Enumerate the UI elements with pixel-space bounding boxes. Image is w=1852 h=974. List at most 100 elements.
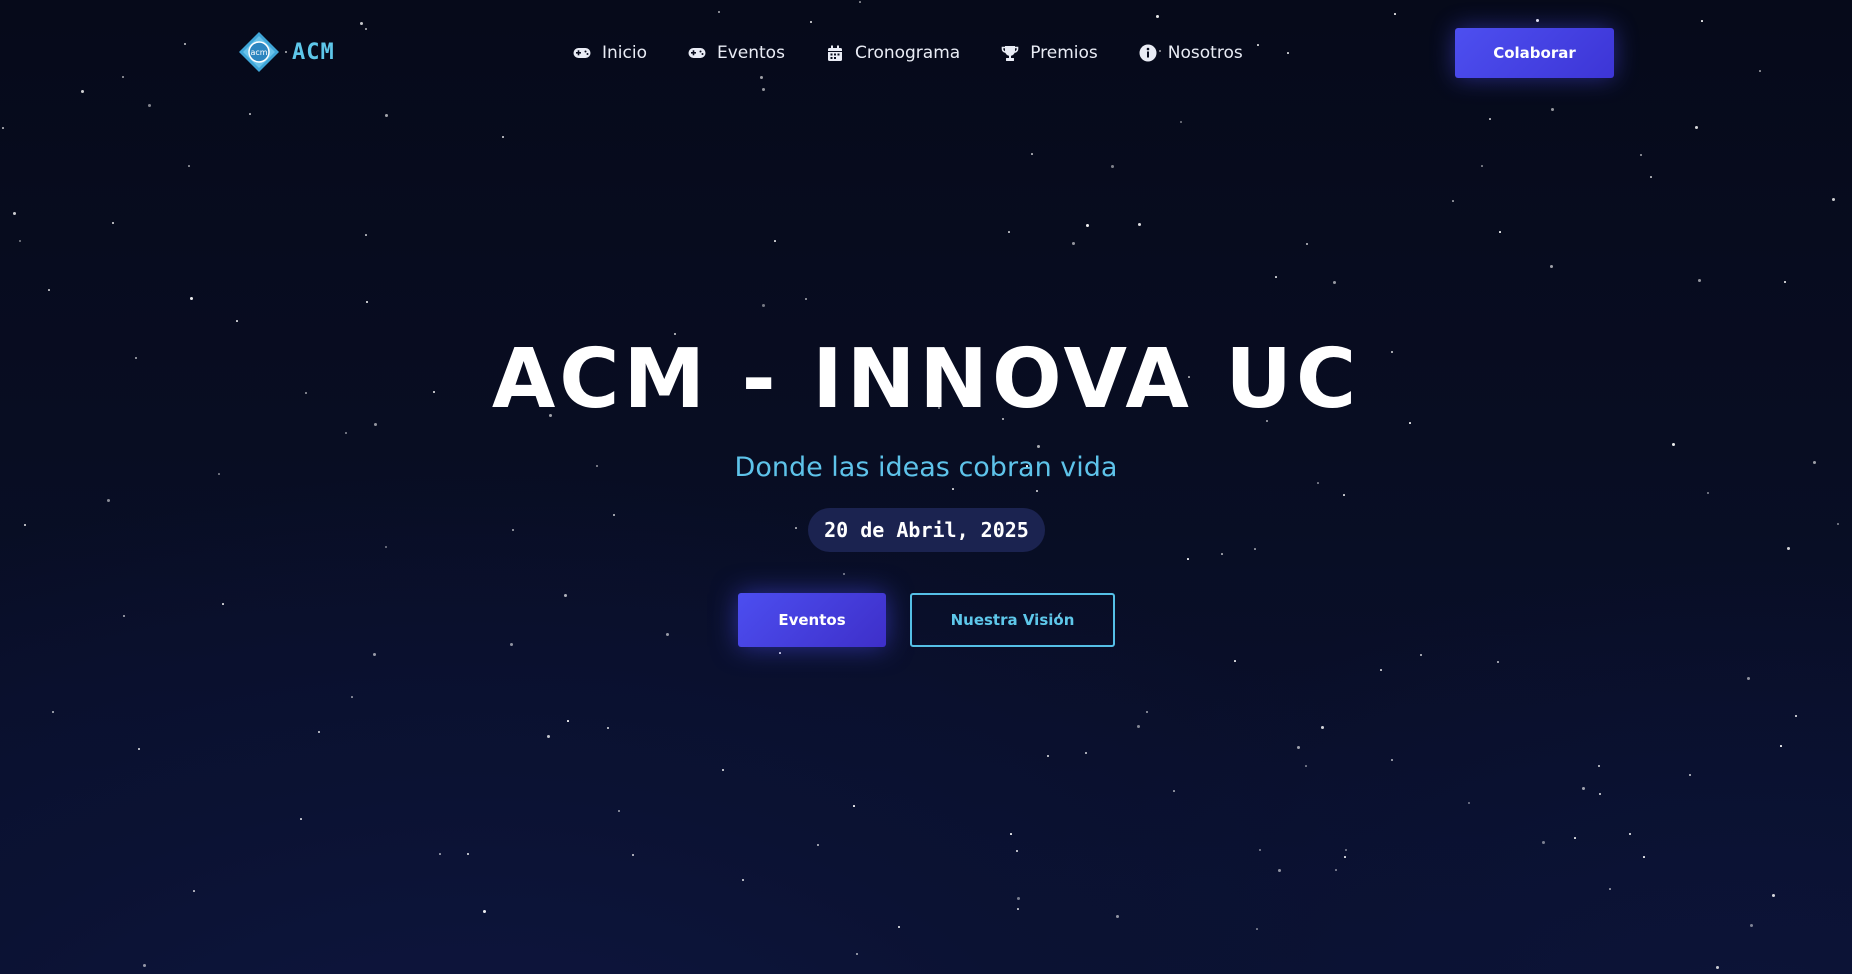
star [1468, 802, 1470, 804]
star [1750, 924, 1753, 927]
star [1420, 654, 1422, 656]
star [112, 222, 114, 224]
star [1832, 198, 1835, 201]
brand-logo-link[interactable]: acm ACM [238, 32, 335, 72]
star [1780, 745, 1782, 747]
star [547, 735, 550, 738]
star [1574, 837, 1576, 839]
star [1017, 897, 1020, 900]
nav-item-inicio[interactable]: Inicio [572, 43, 647, 63]
star [1837, 523, 1839, 525]
star [1542, 841, 1545, 844]
star [1221, 553, 1223, 555]
star [742, 879, 744, 881]
eventos-button[interactable]: Eventos [738, 593, 886, 647]
star [1772, 894, 1775, 897]
star [1598, 765, 1600, 767]
main-nav: Inicio Eventos Cronograma Premios Nosotr… [572, 38, 1243, 68]
star [1481, 165, 1483, 167]
star [856, 953, 858, 955]
star [632, 854, 634, 856]
nav-item-cronograma[interactable]: Cronograma [825, 43, 960, 63]
nav-item-premios[interactable]: Premios [1000, 43, 1098, 63]
star [184, 43, 186, 45]
star [1086, 224, 1089, 227]
star [1695, 126, 1698, 129]
star [190, 297, 193, 300]
star [817, 844, 819, 846]
star [1345, 849, 1347, 851]
star [1173, 790, 1175, 792]
star [1036, 490, 1038, 492]
gamepad-icon [572, 43, 592, 63]
star [859, 1, 861, 3]
star [1278, 869, 1281, 872]
star [1672, 443, 1675, 446]
star [1257, 44, 1259, 46]
star [1321, 726, 1324, 729]
star [48, 289, 50, 291]
star [1085, 752, 1087, 754]
star [1795, 715, 1797, 717]
star [1254, 548, 1256, 550]
gamepad-icon [687, 43, 707, 63]
star [24, 524, 26, 526]
star [1759, 70, 1761, 72]
star [1187, 558, 1189, 560]
star [318, 731, 320, 733]
nuestra-vision-button[interactable]: Nuestra Visión [910, 593, 1115, 647]
star [1016, 850, 1018, 852]
brand-name: ACM [292, 39, 335, 65]
star [1305, 765, 1307, 767]
star [483, 910, 486, 913]
colaborar-button[interactable]: Colaborar [1455, 28, 1614, 78]
nav-label: Premios [1030, 43, 1098, 63]
event-date-badge: 20 de Abril, 2025 [808, 508, 1045, 552]
star [774, 240, 776, 242]
star [1343, 494, 1345, 496]
star [1146, 711, 1148, 713]
star [1047, 755, 1049, 757]
star [351, 696, 353, 698]
star [1234, 660, 1236, 662]
star [1335, 869, 1337, 871]
acm-logo-icon: acm [239, 32, 279, 72]
calendar-icon [825, 43, 845, 63]
star [1452, 200, 1454, 202]
info-icon [1138, 43, 1158, 63]
star [1716, 966, 1719, 969]
star [366, 301, 368, 303]
star [1297, 746, 1300, 749]
star [805, 298, 807, 300]
star [779, 652, 781, 654]
star [795, 527, 797, 529]
star [1344, 856, 1346, 858]
star [365, 234, 367, 236]
star [1180, 121, 1182, 123]
nav-item-eventos[interactable]: Eventos [687, 43, 785, 63]
star [1333, 281, 1336, 284]
logo-text: acm [250, 48, 267, 57]
star [123, 615, 125, 617]
star [365, 28, 367, 30]
nav-item-nosotros[interactable]: Nosotros [1138, 43, 1243, 63]
trophy-icon [1000, 43, 1020, 63]
star [952, 488, 954, 490]
star [300, 818, 302, 820]
star [148, 104, 151, 107]
star [467, 853, 469, 855]
hero-subtitle: Donde las ideas cobran vida [734, 452, 1118, 483]
star [1536, 19, 1539, 22]
nav-label: Eventos [716, 43, 785, 63]
star [143, 964, 146, 967]
star [1017, 908, 1019, 910]
star [898, 926, 900, 928]
star [666, 633, 669, 636]
star [1275, 276, 1277, 278]
star [613, 514, 615, 516]
nav-label: Cronograma [854, 43, 961, 63]
star [564, 594, 567, 597]
star [193, 890, 195, 892]
star [1256, 928, 1258, 930]
star [1156, 15, 1159, 18]
